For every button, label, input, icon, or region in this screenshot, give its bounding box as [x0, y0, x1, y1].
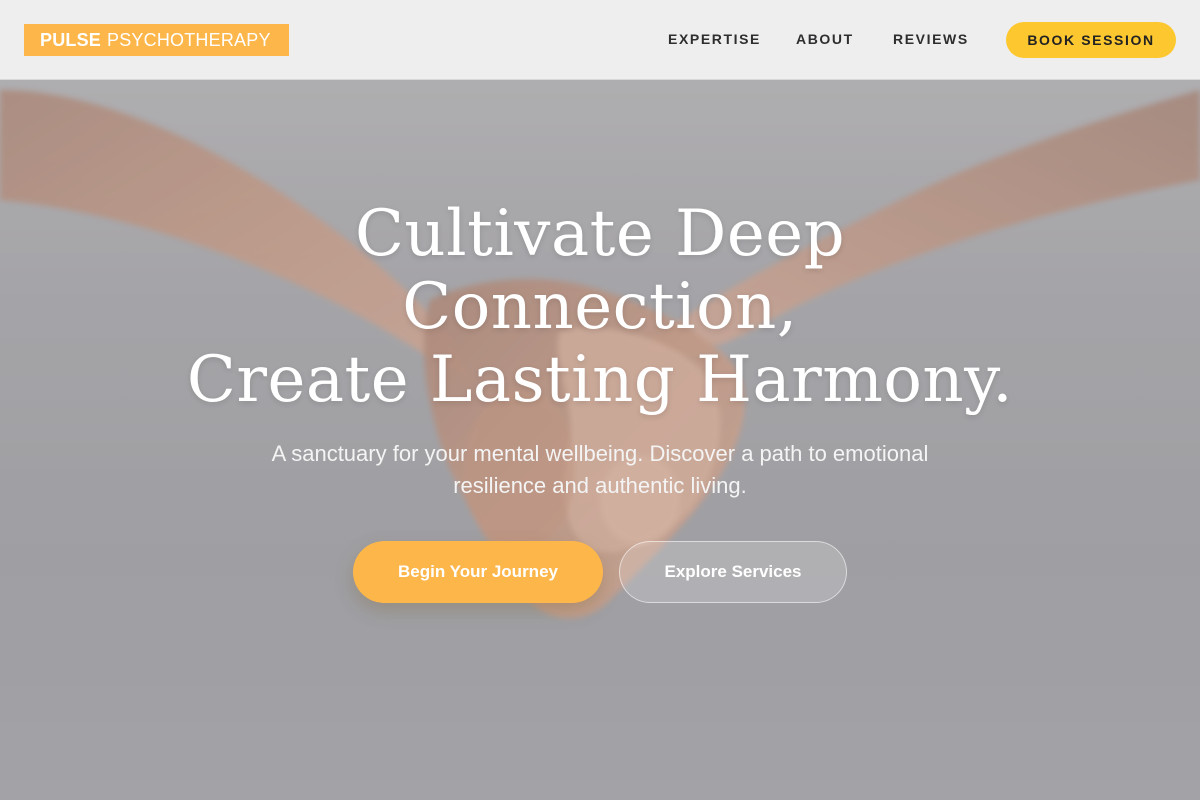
- book-session-button[interactable]: BOOK SESSION: [1006, 22, 1176, 58]
- site-header: PULSE PSYCHOTHERAPY EXPERTISE ABOUT REVI…: [0, 0, 1200, 80]
- headline-line-2: Connection,: [402, 270, 798, 344]
- nav-link-reviews[interactable]: REVIEWS: [893, 31, 969, 47]
- nav-link-expertise[interactable]: EXPERTISE: [668, 31, 761, 47]
- explore-services-button[interactable]: Explore Services: [619, 541, 847, 603]
- begin-journey-button[interactable]: Begin Your Journey: [353, 541, 603, 603]
- brand-name-bold: PULSE: [40, 29, 102, 50]
- hero-subtitle: A sanctuary for your mental wellbeing. D…: [271, 441, 929, 498]
- brand-name-rest: PSYCHOTHERAPY: [107, 29, 271, 50]
- nav-link-about[interactable]: ABOUT: [796, 31, 854, 47]
- headline-line-1: Cultivate Deep: [354, 197, 846, 271]
- hero-headline: Cultivate Deep Connection, Create Lastin…: [100, 198, 1100, 417]
- brand-logo[interactable]: PULSE PSYCHOTHERAPY: [24, 24, 289, 56]
- headline-line-3: Create Lasting Harmony.: [186, 343, 1014, 417]
